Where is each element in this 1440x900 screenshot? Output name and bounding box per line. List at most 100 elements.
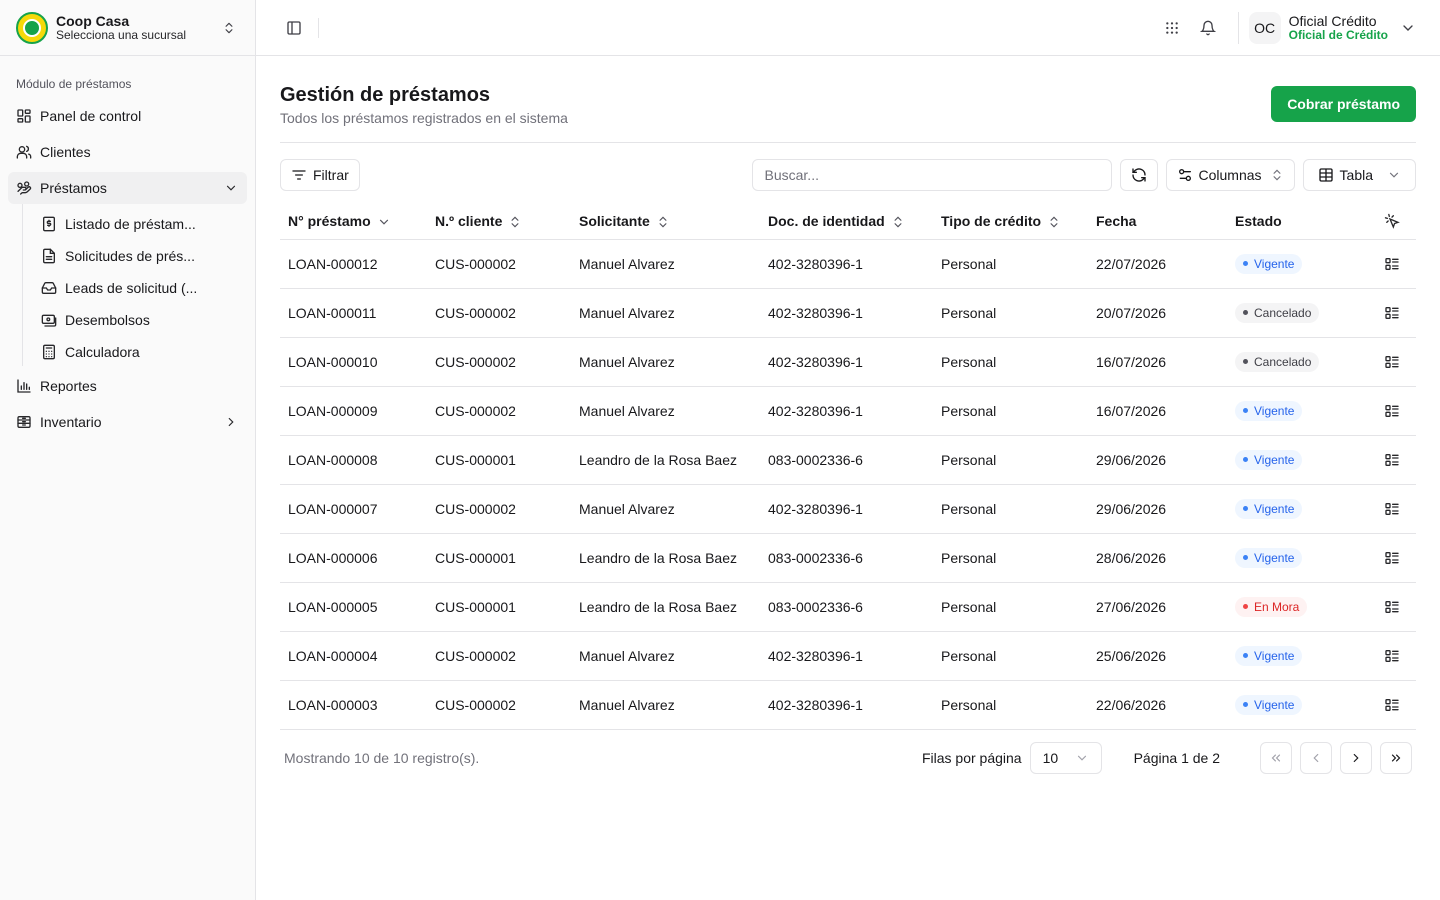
client-number-cell: CUS-000002 <box>427 337 571 387</box>
column-header-date: Fecha <box>1088 203 1227 240</box>
column-header-applicant[interactable]: Solicitante <box>571 203 760 240</box>
calculator-icon <box>41 344 57 360</box>
sidebar-item-solicitudes[interactable]: Solicitudes de prés... <box>33 242 247 270</box>
status-cell: Vigente <box>1227 533 1368 583</box>
column-header-loan[interactable]: N° préstamo <box>280 203 427 240</box>
column-header-type[interactable]: Tipo de crédito <box>933 203 1088 240</box>
sidebar-toggle-icon[interactable] <box>280 14 308 42</box>
row-actions-cell <box>1368 582 1416 632</box>
columns-button[interactable]: Columnas <box>1165 159 1295 191</box>
sidebar-item-label: Clientes <box>40 144 91 160</box>
filter-button[interactable]: Filtrar <box>280 159 360 191</box>
status-cell: En Mora <box>1227 582 1368 632</box>
loan-number-cell: LOAN-000006 <box>280 533 427 583</box>
chevron-right-icon[interactable] <box>223 414 239 430</box>
chevrons-right-icon <box>1389 751 1403 765</box>
first-page-button[interactable] <box>1260 741 1292 774</box>
loan-number-cell: LOAN-000005 <box>280 582 427 632</box>
row-actions-cell <box>1368 288 1416 338</box>
view-select[interactable]: Tabla <box>1302 159 1416 191</box>
row-details-icon[interactable] <box>1376 697 1408 713</box>
identity-doc-cell: 402-3280396-1 <box>760 337 933 387</box>
topbar: OC Oficial Crédito Oficial de Crédito <box>256 0 1440 56</box>
credit-type-cell: Personal <box>933 680 1088 730</box>
chevrons-up-down-icon[interactable] <box>656 215 670 229</box>
sidebar-item-inventario[interactable]: Inventario <box>8 406 247 438</box>
search-input[interactable] <box>751 159 1112 191</box>
branch-switcher[interactable]: Coop Casa Selecciona una sucursal <box>0 0 255 56</box>
row-details-icon[interactable] <box>1376 305 1408 321</box>
chevrons-up-down-icon[interactable] <box>891 215 905 229</box>
chevrons-up-down-icon[interactable] <box>219 18 239 38</box>
document-icon <box>41 248 57 264</box>
table-row[interactable]: LOAN-000012 CUS-000002 Manuel Alvarez 402-3… <box>280 239 1416 289</box>
apps-grid-icon[interactable] <box>1158 14 1186 42</box>
row-details-icon[interactable] <box>1376 501 1408 517</box>
filter-icon <box>291 167 307 183</box>
status-badge: Vigente <box>1235 694 1303 715</box>
status-dot-icon <box>1243 653 1248 659</box>
table-row[interactable]: LOAN-000006 CUS-000001 Leandro de la Rosa … <box>280 533 1416 583</box>
status-label: En Mora <box>1254 599 1300 614</box>
sidebar-item-prestamos[interactable]: Préstamos <box>8 172 247 204</box>
identity-doc-cell: 083-0002336-6 <box>760 435 933 485</box>
date-cell: 29/06/2026 <box>1088 435 1227 485</box>
client-number-cell: CUS-000001 <box>427 533 571 583</box>
chevron-down-icon[interactable] <box>1400 20 1416 36</box>
credit-type-cell: Personal <box>933 533 1088 583</box>
row-details-icon[interactable] <box>1376 599 1408 615</box>
table-row[interactable]: LOAN-000010 CUS-000002 Manuel Alvarez 402-3… <box>280 337 1416 387</box>
sidebar-item-leads[interactable]: Leads de solicitud (... <box>33 274 247 302</box>
sidebar-item-calculadora[interactable]: Calculadora <box>33 338 247 366</box>
loan-number-cell: LOAN-000008 <box>280 435 427 485</box>
sparkle-pointer-icon[interactable] <box>1376 213 1408 229</box>
status-label: Cancelado <box>1254 354 1312 369</box>
table-row[interactable]: LOAN-000004 CUS-000002 Manuel Alvarez 402-3… <box>280 631 1416 681</box>
status-dot-icon <box>1243 408 1248 414</box>
loans-table: N° préstamo N.º cliente Solicitante Doc.… <box>280 203 1416 730</box>
page-content: Gestión de préstamos Todos los préstamos… <box>256 56 1440 774</box>
last-page-button[interactable] <box>1380 741 1412 774</box>
sidebar-item-desembolsos[interactable]: Desembolsos <box>33 306 247 334</box>
chevron-down-icon[interactable] <box>223 180 239 196</box>
table-row[interactable]: LOAN-000005 CUS-000001 Leandro de la Rosa … <box>280 582 1416 632</box>
sidebar-nav: Módulo de préstamos Panel de control Cli… <box>0 56 255 454</box>
rows-per-page-select[interactable]: 10 <box>1029 741 1102 774</box>
table-row[interactable]: LOAN-000007 CUS-000002 Manuel Alvarez 402-3… <box>280 484 1416 534</box>
bell-icon[interactable] <box>1194 14 1222 42</box>
table-row[interactable]: LOAN-000003 CUS-000002 Manuel Alvarez 402-3… <box>280 680 1416 730</box>
row-details-icon[interactable] <box>1376 256 1408 272</box>
chevrons-up-down-icon[interactable] <box>508 215 522 229</box>
chevron-left-icon <box>1309 751 1323 765</box>
column-header-client[interactable]: N.º cliente <box>427 203 571 240</box>
row-details-icon[interactable] <box>1376 648 1408 664</box>
cobrar-prestamo-button[interactable]: Cobrar préstamo <box>1271 86 1416 122</box>
table-row[interactable]: LOAN-000011 CUS-000002 Manuel Alvarez 402-3… <box>280 288 1416 338</box>
chevrons-up-down-icon[interactable] <box>1047 215 1061 229</box>
chevrons-left-icon <box>1269 751 1283 765</box>
status-badge: Vigente <box>1235 400 1303 421</box>
user-name: Oficial Crédito <box>1288 12 1377 29</box>
credit-type-cell: Personal <box>933 582 1088 632</box>
column-header-actions[interactable] <box>1368 203 1416 240</box>
row-details-icon[interactable] <box>1376 550 1408 566</box>
applicant-cell: Manuel Alvarez <box>571 239 760 289</box>
row-details-icon[interactable] <box>1376 354 1408 370</box>
row-details-icon[interactable] <box>1376 403 1408 419</box>
sidebar-item-clientes[interactable]: Clientes <box>8 136 247 168</box>
table-row[interactable]: LOAN-000009 CUS-000002 Manuel Alvarez 402-3… <box>280 386 1416 436</box>
sidebar-item-listado-prestamos[interactable]: Listado de préstam... <box>33 210 247 238</box>
next-page-button[interactable] <box>1340 741 1372 774</box>
row-details-icon[interactable] <box>1376 452 1408 468</box>
prev-page-button[interactable] <box>1300 741 1332 774</box>
applicant-cell: Leandro de la Rosa Baez <box>571 435 760 485</box>
user-menu[interactable]: OC Oficial Crédito Oficial de Crédito <box>1237 11 1416 44</box>
sidebar-item-panel[interactable]: Panel de control <box>8 100 247 132</box>
refresh-button[interactable] <box>1119 159 1158 191</box>
table-row[interactable]: LOAN-000008 CUS-000001 Leandro de la Rosa … <box>280 435 1416 485</box>
row-actions-cell <box>1368 484 1416 534</box>
column-header-doc[interactable]: Doc. de identidad <box>760 203 933 240</box>
sidebar-item-reportes[interactable]: Reportes <box>8 370 247 402</box>
divider <box>318 17 319 38</box>
chevron-down-icon[interactable] <box>377 215 391 229</box>
